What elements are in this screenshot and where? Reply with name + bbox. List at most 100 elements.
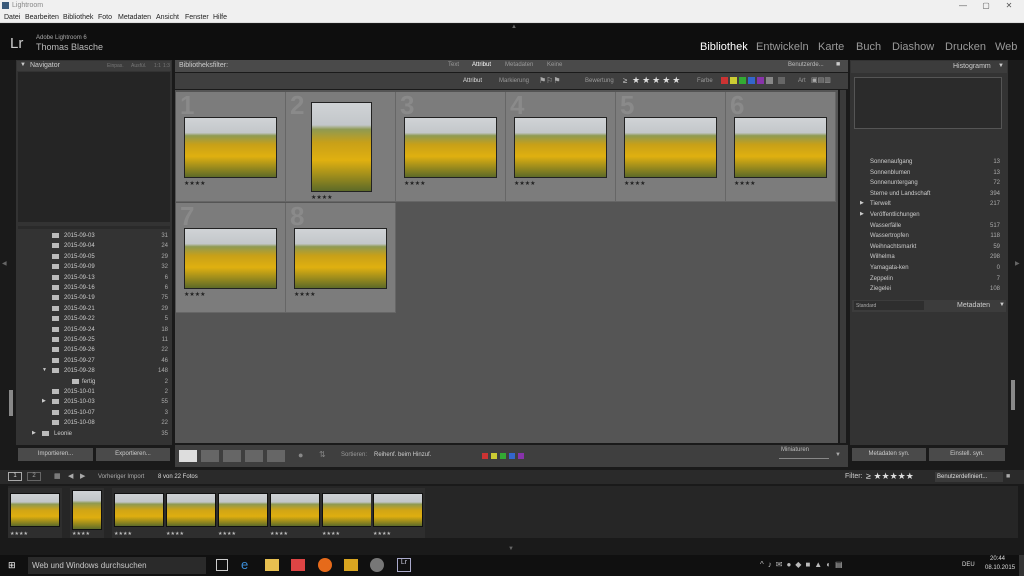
metadata-title[interactable]: Metadaten (957, 302, 990, 309)
expand-triangle-icon[interactable]: ▶ (42, 398, 46, 404)
windows-start-icon[interactable]: ⊞ (8, 560, 16, 571)
compare-view-icon[interactable] (223, 450, 241, 462)
close-button[interactable]: ✕ (998, 0, 1020, 12)
lightroom-taskbar-icon[interactable]: Lr (397, 558, 411, 572)
filmstrip-thumbnail[interactable] (166, 493, 216, 527)
photo-thumbnail[interactable] (294, 228, 387, 289)
keyword-row[interactable]: Wilhelma 298 (852, 252, 1002, 262)
photo-thumbnail[interactable] (404, 117, 497, 178)
monitor-2-button[interactable]: 2 (27, 472, 41, 481)
forward-arrow-icon[interactable]: ▶ (80, 472, 85, 480)
file-explorer-icon[interactable] (265, 559, 279, 571)
settings-sync-button[interactable]: Einstell. syn. (929, 448, 1005, 461)
color-label-green[interactable] (739, 77, 746, 84)
folder-row[interactable]: 2015-09-09 32 (18, 262, 170, 272)
folder-row[interactable]: 2015-09-04 24 (18, 241, 170, 251)
folder-row[interactable]: 2015-10-07 3 (18, 408, 170, 418)
firefox-icon[interactable] (318, 558, 332, 572)
folder-row[interactable]: 2015-09-22 5 (18, 314, 170, 324)
kind-filter-icons[interactable]: ▣▤▥ (811, 76, 831, 84)
histogram-header[interactable]: Histogramm ▼ (851, 61, 1007, 73)
folder-row[interactable]: 2015-10-01 2 (18, 387, 170, 397)
photo-thumbnail[interactable] (624, 117, 717, 178)
star-rating[interactable]: ★★★★ (184, 180, 206, 187)
filter-tab-text[interactable]: Text (448, 62, 459, 68)
star-rating[interactable]: ★★★★ (404, 180, 426, 187)
edge-browser-icon[interactable]: e (241, 557, 248, 572)
left-scrollbar[interactable] (9, 390, 13, 416)
media-player-icon[interactable] (291, 559, 305, 571)
keyword-row[interactable]: Zeppelin 7 (852, 274, 1002, 284)
module-web[interactable]: Web (995, 41, 1017, 53)
color-label-purple[interactable] (757, 77, 764, 84)
keyword-row[interactable]: Sonnenblumen 13 (852, 168, 1002, 178)
grid-cell[interactable]: 3 ★★★★ (396, 90, 506, 202)
keyword-row[interactable]: Wasserfälle 517 (852, 221, 1002, 231)
filter-lock-icon[interactable]: ■ (1006, 473, 1010, 480)
import-button[interactable]: Importieren... (18, 448, 93, 461)
module-bibliothek[interactable]: Bibliothek (700, 41, 748, 53)
folder-row[interactable]: ▶ Leonie 35 (18, 429, 170, 439)
grid-cell[interactable]: 6 ★★★★ (726, 90, 836, 202)
menu-datei[interactable]: Datei (4, 14, 20, 21)
filmstrip-thumbnail[interactable] (72, 490, 102, 530)
module-diashow[interactable]: Diashow (892, 41, 934, 53)
rating-operator[interactable]: ≥ (623, 76, 627, 85)
metadata-preset-select[interactable]: Standard (854, 301, 924, 310)
input-language[interactable]: DEU (962, 562, 975, 568)
folder-row[interactable]: 2015-09-03 31 (18, 231, 170, 241)
keyword-row[interactable]: Ziegelei 108 (852, 284, 1002, 294)
thumbnail-size-slider[interactable] (779, 458, 829, 459)
label-red[interactable] (482, 453, 488, 459)
photo-thumbnail[interactable] (184, 117, 277, 178)
painter-icon[interactable]: ● (298, 450, 303, 460)
nav-1to1[interactable]: 1:1 (154, 63, 161, 69)
grid-cell[interactable]: 7 ★★★★ (176, 201, 286, 313)
keyword-row[interactable]: Sonnenuntergang 72 (852, 178, 1002, 188)
filmstrip-thumbnail[interactable] (114, 493, 164, 527)
photo-thumbnail[interactable] (734, 117, 827, 178)
folder-row[interactable]: fertig 2 (18, 377, 170, 387)
file-manager-icon[interactable] (344, 559, 358, 571)
label-blue[interactable] (509, 453, 515, 459)
app-icon[interactable] (370, 558, 384, 572)
filmstrip-thumbnail[interactable] (10, 493, 60, 527)
grid-cell[interactable]: 5 ★★★★ (616, 90, 726, 202)
grid-scrollbar[interactable] (840, 90, 846, 443)
export-button[interactable]: Exportieren... (96, 448, 170, 461)
navigator-preview[interactable] (18, 72, 170, 222)
metadata-sync-button[interactable]: Metadaten syn. (852, 448, 926, 461)
back-arrow-icon[interactable]: ◀ (68, 472, 73, 480)
menu-bearbeiten[interactable]: Bearbeiten (25, 14, 59, 21)
star-rating[interactable]: ★★★★ (734, 180, 756, 187)
filter-tab-attribut[interactable]: Attribut (472, 62, 491, 68)
lock-icon[interactable]: ■ (836, 61, 840, 68)
photo-thumbnail[interactable] (311, 102, 372, 192)
filmstrip-thumbnail[interactable] (218, 493, 268, 527)
folder-row[interactable]: 2015-10-08 22 (18, 418, 170, 428)
nav-fit[interactable]: Einpas. (107, 63, 124, 69)
color-label-custom[interactable] (766, 77, 773, 84)
sort-select[interactable]: Reihenf. beim Hinzuf. (374, 452, 431, 458)
menu-ansicht[interactable]: Ansicht (156, 14, 179, 21)
folder-row[interactable]: ▶ 2015-10-03 55 (18, 397, 170, 407)
expand-triangle-icon[interactable]: ▶ (860, 211, 864, 217)
module-buch[interactable]: Buch (856, 41, 881, 53)
folder-row[interactable]: ▼ 2015-09-28 148 (18, 366, 170, 376)
nav-fill[interactable]: Ausfül. (131, 63, 146, 69)
star-rating[interactable]: ★★★★ (294, 291, 316, 298)
rating-filter-stars[interactable]: ★★★★★ (632, 75, 682, 86)
module-entwickeln[interactable]: Entwickeln (756, 41, 809, 53)
menu-bibliothek[interactable]: Bibliothek (63, 14, 93, 21)
star-rating[interactable]: ★★★★ (514, 180, 536, 187)
star-rating[interactable]: ★★★★ (311, 194, 333, 201)
keyword-row[interactable]: Sonnenaufgang 13 (852, 157, 1002, 167)
filter-tab-keine[interactable]: Keine (547, 62, 562, 68)
grid-view-icon[interactable] (179, 450, 197, 462)
monitor-1-button[interactable]: 1 (8, 472, 22, 481)
expand-triangle-icon[interactable]: ▼ (42, 367, 47, 373)
folder-row[interactable]: 2015-09-05 29 (18, 252, 170, 262)
label-purple[interactable] (518, 453, 524, 459)
folder-row[interactable]: 2015-09-26 22 (18, 345, 170, 355)
right-panel-toggle-icon[interactable]: ▶ (1015, 260, 1020, 267)
